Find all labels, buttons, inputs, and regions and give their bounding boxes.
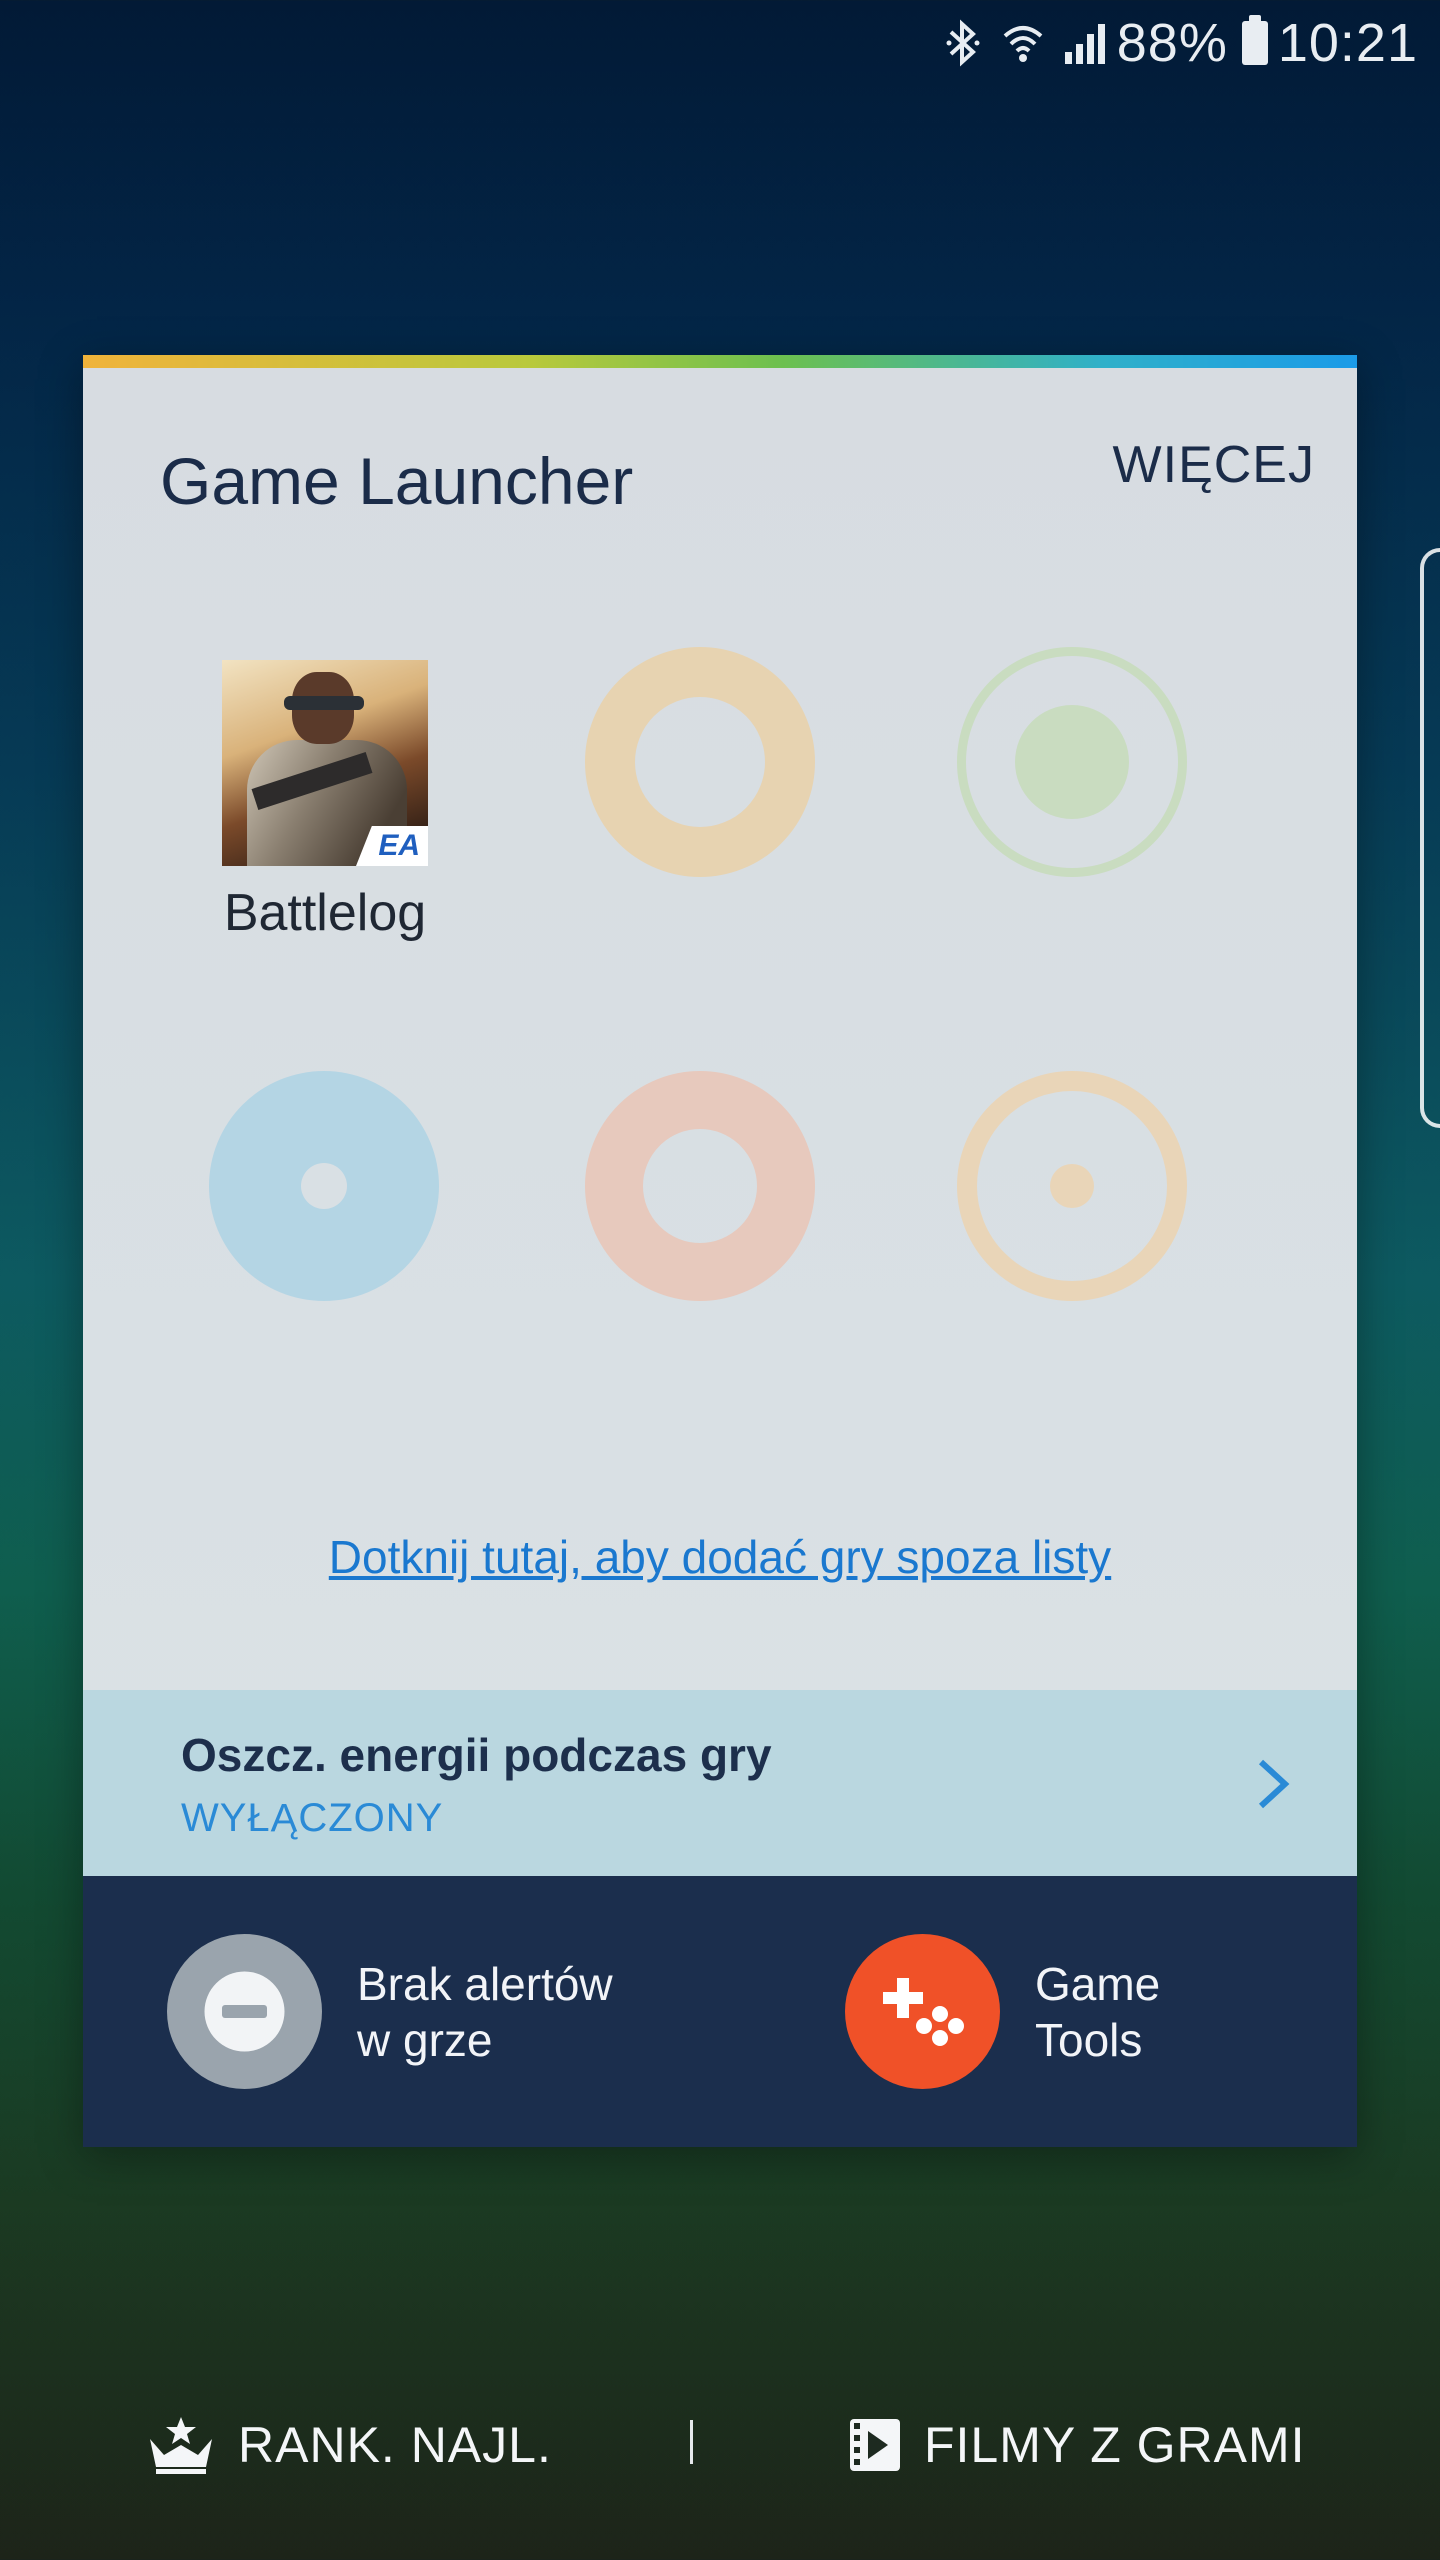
- no-alerts-icon: [167, 1934, 322, 2089]
- chevron-right-icon: [1258, 1759, 1290, 1809]
- placeholder-slot: [585, 647, 815, 877]
- ranking-label: RANK. NAJL.: [238, 2417, 552, 2473]
- color-strip: [83, 355, 1357, 368]
- edge-panel-handle[interactable]: [1420, 548, 1440, 1128]
- card-title: Game Launcher: [160, 444, 634, 518]
- clock: 10:21: [1277, 13, 1418, 73]
- battlelog-app-icon[interactable]: EA: [222, 660, 428, 866]
- energy-saving-row[interactable]: Oszcz. energii podczas gry WYŁĄCZONY: [83, 1690, 1357, 1876]
- crown-icon: [150, 2417, 212, 2474]
- nav-divider: [690, 2420, 693, 2464]
- more-button[interactable]: WIĘCEJ: [1113, 435, 1315, 495]
- battery-icon: [1241, 15, 1268, 65]
- energy-saving-status: WYŁĄCZONY: [181, 1796, 444, 1840]
- placeholder-slot: [209, 1071, 439, 1301]
- video-film-icon: [850, 2419, 900, 2471]
- bottom-navigation: RANK. NAJL. FILMY Z GRAMI: [0, 2380, 1440, 2510]
- battery-percent: 88%: [1116, 13, 1228, 73]
- ranking-button[interactable]: RANK. NAJL.: [146, 2380, 552, 2510]
- no-alerts-label: Brak alertów w grze: [357, 1958, 613, 2066]
- placeholder-slot: [585, 1071, 815, 1301]
- placeholder-slot: [957, 647, 1187, 877]
- game-tools-label: Game Tools: [1035, 1958, 1161, 2066]
- signal-icon: [1063, 18, 1107, 68]
- game-label: Battlelog: [223, 884, 427, 942]
- energy-saving-title: Oszcz. energii podczas gry: [181, 1729, 772, 1781]
- bluetooth-icon: [943, 18, 983, 68]
- placeholder-slot: [957, 1071, 1187, 1301]
- status-bar: 88% 10:21: [0, 0, 1440, 86]
- wifi-icon: [1001, 18, 1045, 68]
- game-tools-icon: [845, 1934, 1000, 2089]
- quick-actions-panel: Brak alertów w grze Game Tools: [83, 1876, 1357, 2147]
- no-alerts-button[interactable]: Brak alertów w grze: [167, 1876, 687, 2147]
- game-videos-button[interactable]: FILMY Z GRAMI: [848, 2380, 1306, 2510]
- game-tools-button[interactable]: Game Tools: [845, 1876, 1325, 2147]
- game-launcher-card: Game Launcher WIĘCEJ EA Battlelog Dotkni…: [83, 355, 1357, 2147]
- game-videos-label: FILMY Z GRAMI: [924, 2417, 1306, 2473]
- add-games-link[interactable]: Dotknij tutaj, aby dodać gry spoza listy: [83, 1530, 1357, 1584]
